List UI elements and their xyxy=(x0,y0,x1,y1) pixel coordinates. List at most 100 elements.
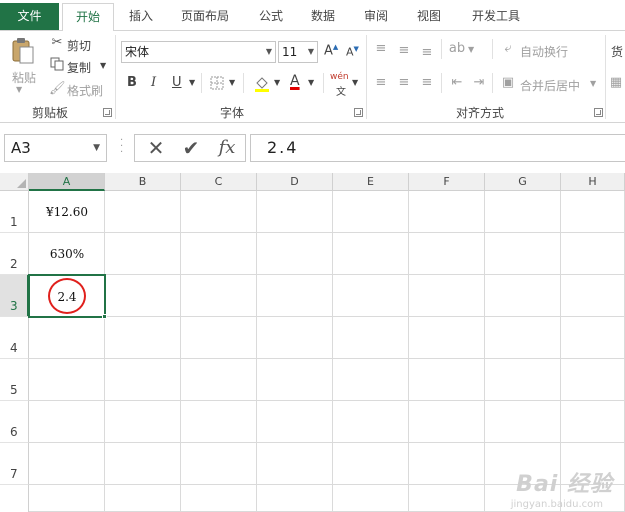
font-launcher-icon[interactable] xyxy=(354,108,363,117)
grid-cell[interactable] xyxy=(485,401,561,443)
number-format-label-partial[interactable]: 货 xyxy=(611,43,623,60)
cancel-icon[interactable]: ✕ xyxy=(141,135,171,161)
grid-cell[interactable] xyxy=(105,191,181,233)
column-header-a[interactable]: A xyxy=(29,173,105,191)
enter-check-icon[interactable]: ✔ xyxy=(176,135,206,161)
grid-cell[interactable] xyxy=(333,443,409,485)
merge-chevron-icon[interactable]: ▼ xyxy=(590,79,596,88)
grid-cell[interactable] xyxy=(257,485,333,512)
format-painter-button[interactable]: 格式刷 xyxy=(67,82,103,99)
row-header-3[interactable]: 3 xyxy=(0,275,29,317)
grid-cell[interactable] xyxy=(257,275,333,317)
grid-cell[interactable] xyxy=(29,485,105,512)
alignment-launcher-icon[interactable] xyxy=(594,108,603,117)
grid-cell[interactable] xyxy=(105,443,181,485)
paste-button-label[interactable]: 粘贴 xyxy=(12,69,36,86)
borders-chevron-icon[interactable]: ▼ xyxy=(229,78,235,87)
column-header-g[interactable]: G xyxy=(485,173,561,191)
fill-handle[interactable] xyxy=(102,314,107,319)
tab-review[interactable]: 审阅 xyxy=(355,3,397,30)
row-header-4[interactable]: 4 xyxy=(0,317,29,359)
column-header-d[interactable]: D xyxy=(257,173,333,191)
insert-function-button[interactable]: fx xyxy=(212,135,242,161)
grid-cell[interactable] xyxy=(333,317,409,359)
fill-color-icon[interactable] xyxy=(252,74,272,97)
grid-cell[interactable] xyxy=(257,443,333,485)
grid-cell[interactable] xyxy=(409,485,485,512)
grid-cell[interactable] xyxy=(181,317,257,359)
decrease-indent-icon[interactable]: ⇤ xyxy=(448,75,466,91)
orientation-chevron-icon[interactable]: ▼ xyxy=(468,45,474,54)
column-header-e[interactable]: E xyxy=(333,173,409,191)
grid-cell[interactable] xyxy=(181,359,257,401)
formula-bar-grip-icon[interactable]: · · · xyxy=(120,136,123,158)
grid-cell[interactable] xyxy=(181,191,257,233)
underline-button[interactable]: U xyxy=(172,75,182,90)
tab-page-layout[interactable]: 页面布局 xyxy=(175,3,235,30)
grid-cell[interactable] xyxy=(409,233,485,275)
grid-cell[interactable] xyxy=(561,401,625,443)
grid-cell[interactable] xyxy=(561,317,625,359)
grid-cell[interactable] xyxy=(181,401,257,443)
grid-cell[interactable] xyxy=(105,275,181,317)
paste-chevron-icon[interactable]: ▼ xyxy=(16,85,22,94)
grid-cell[interactable] xyxy=(409,191,485,233)
tab-view[interactable]: 视图 xyxy=(408,3,450,30)
align-top-icon[interactable]: ≡ xyxy=(372,41,390,57)
tab-formulas[interactable]: 公式 xyxy=(250,3,292,30)
grid-cell[interactable] xyxy=(29,401,105,443)
grid-cell[interactable] xyxy=(333,191,409,233)
grid-cell[interactable] xyxy=(181,485,257,512)
grid-cell[interactable] xyxy=(257,317,333,359)
grid-cell[interactable] xyxy=(105,401,181,443)
align-middle-icon[interactable]: ≡ xyxy=(395,43,413,59)
font-name-select[interactable]: 宋体 ▼ xyxy=(121,41,276,63)
align-left-icon[interactable]: ≡ xyxy=(372,75,390,91)
row-header-6[interactable]: 6 xyxy=(0,401,29,443)
grid-cell[interactable] xyxy=(105,233,181,275)
grid-cell[interactable] xyxy=(485,191,561,233)
chevron-down-icon[interactable]: ▼ xyxy=(93,135,100,161)
cell-a1[interactable]: ¥12.60 xyxy=(29,205,105,219)
grid-cell[interactable] xyxy=(105,359,181,401)
increase-indent-icon[interactable]: ⇥ xyxy=(470,75,488,91)
merge-center-button[interactable]: 合并后居中 xyxy=(520,77,580,94)
row-header-2[interactable]: 2 xyxy=(0,233,29,275)
tab-home[interactable]: 开始 xyxy=(62,3,114,31)
row-header-8[interactable] xyxy=(0,485,29,512)
bold-button[interactable]: B xyxy=(127,75,137,90)
grid-cell[interactable] xyxy=(257,191,333,233)
tab-developer[interactable]: 开发工具 xyxy=(462,3,530,30)
align-center-icon[interactable]: ≡ xyxy=(395,75,413,91)
grid-cell[interactable] xyxy=(409,317,485,359)
grid-cell[interactable] xyxy=(181,443,257,485)
grid-cell[interactable] xyxy=(333,275,409,317)
clipboard-launcher-icon[interactable] xyxy=(103,108,112,117)
font-color-chevron-icon[interactable]: ▼ xyxy=(308,78,314,87)
phonetic-chevron-icon[interactable]: ▼ xyxy=(352,78,358,87)
column-header-f[interactable]: F xyxy=(409,173,485,191)
grid-cell[interactable] xyxy=(105,485,181,512)
grid-cell[interactable] xyxy=(29,359,105,401)
paste-icon[interactable] xyxy=(10,37,36,64)
grid-cell[interactable] xyxy=(105,317,181,359)
grid-cell[interactable] xyxy=(257,233,333,275)
align-right-icon[interactable]: ≡ xyxy=(418,75,436,91)
grid-cell[interactable] xyxy=(333,401,409,443)
orientation-icon[interactable]: ab xyxy=(448,41,466,57)
grid-cell[interactable] xyxy=(561,191,625,233)
borders-icon[interactable] xyxy=(209,76,225,95)
grid-cell[interactable] xyxy=(29,443,105,485)
cell-a2[interactable]: 630% xyxy=(29,247,105,261)
wrap-text-button[interactable]: 自动换行 xyxy=(520,43,568,60)
italic-button[interactable]: I xyxy=(151,75,156,90)
grid-cell[interactable] xyxy=(485,359,561,401)
tab-insert[interactable]: 插入 xyxy=(120,3,162,30)
tab-data[interactable]: 数据 xyxy=(302,3,344,30)
grid-cell[interactable] xyxy=(257,401,333,443)
grid-cell[interactable] xyxy=(409,401,485,443)
cut-button[interactable]: 剪切 xyxy=(67,37,91,54)
font-size-select[interactable]: 11 ▼ xyxy=(278,41,318,63)
formula-input[interactable]: 2.4 xyxy=(250,134,625,162)
grid-cell[interactable] xyxy=(485,317,561,359)
